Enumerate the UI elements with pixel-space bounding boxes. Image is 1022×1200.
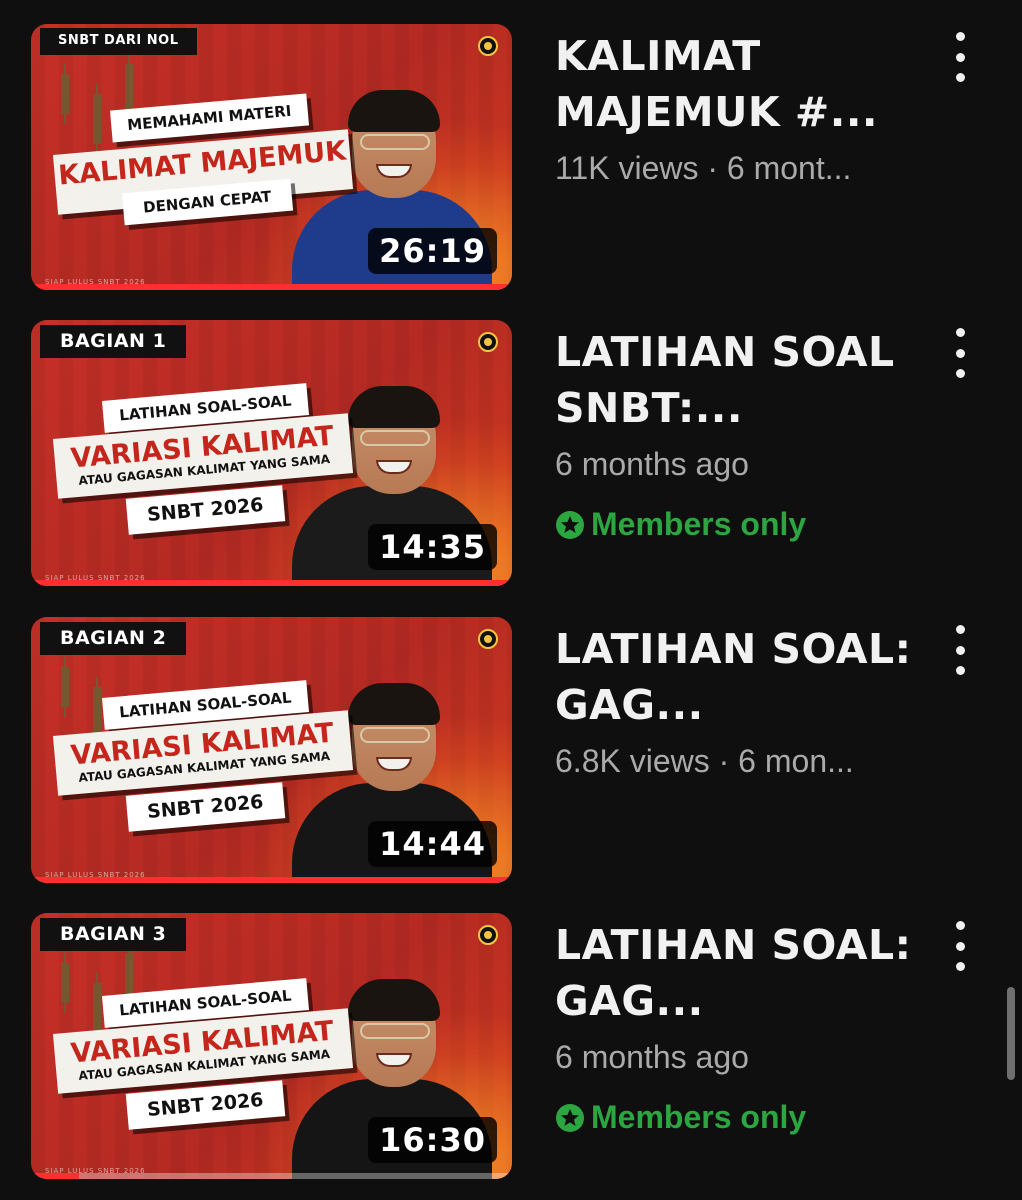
members-only-badge: Members only (555, 1099, 806, 1136)
more-options-button[interactable] (944, 625, 976, 675)
video-thumbnail[interactable]: BAGIAN 1 LATIHAN SOAL-SOAL VARIASI KALIM… (31, 320, 512, 586)
duration-badge: 14:44 (368, 821, 497, 867)
thumbnail-tag: BAGIAN 3 (40, 918, 187, 951)
thumbnail-tag: BAGIAN 2 (40, 622, 187, 655)
video-meta: 6 months ago (555, 1039, 749, 1075)
channel-logo-icon (478, 629, 498, 649)
video-thumbnail[interactable]: SNBT DARI NOL MEMAHAMI MATERI KALIMAT MA… (31, 24, 512, 290)
video-title[interactable]: KALIMAT MAJEMUK #... (555, 28, 925, 140)
video-thumbnail[interactable]: BAGIAN 3 LATIHAN SOAL-SOAL VARIASI KALIM… (31, 913, 512, 1179)
video-meta: 6 months ago (555, 446, 749, 482)
duration-badge: 16:30 (368, 1117, 497, 1163)
video-item[interactable]: BAGIAN 3 LATIHAN SOAL-SOAL VARIASI KALIM… (0, 913, 1022, 1183)
members-only-badge: Members only (555, 506, 806, 543)
scrollbar-thumb[interactable] (1007, 987, 1015, 1080)
video-title[interactable]: LATIHAN SOAL: GAG... (555, 621, 925, 733)
watch-progress-bar (31, 1173, 80, 1179)
more-options-button[interactable] (944, 32, 976, 82)
watch-progress-bar (31, 284, 512, 290)
video-meta: 6.8K views · 6 mon... (555, 743, 854, 779)
video-meta: 11K views · 6 mont... (555, 150, 852, 186)
video-thumbnail[interactable]: BAGIAN 2 LATIHAN SOAL-SOAL VARIASI KALIM… (31, 617, 512, 883)
video-item[interactable]: SNBT DARI NOL MEMAHAMI MATERI KALIMAT MA… (0, 24, 1022, 294)
channel-logo-icon (478, 332, 498, 352)
members-star-icon (556, 510, 584, 539)
video-item[interactable]: BAGIAN 2 LATIHAN SOAL-SOAL VARIASI KALIM… (0, 617, 1022, 887)
channel-logo-icon (478, 36, 498, 56)
thumbnail-tag: BAGIAN 1 (40, 325, 187, 358)
watch-progress-bar (31, 877, 512, 883)
video-item[interactable]: BAGIAN 1 LATIHAN SOAL-SOAL VARIASI KALIM… (0, 320, 1022, 590)
more-options-button[interactable] (944, 921, 976, 971)
video-title[interactable]: LATIHAN SOAL SNBT:... (555, 324, 925, 436)
members-star-icon (556, 1103, 584, 1132)
watch-progress-bar (31, 580, 512, 586)
channel-logo-icon (478, 925, 498, 945)
duration-badge: 26:19 (368, 228, 497, 274)
thumbnail-tag: SNBT DARI NOL (40, 28, 197, 55)
video-title[interactable]: LATIHAN SOAL: GAG... (555, 917, 925, 1029)
more-options-button[interactable] (944, 328, 976, 378)
duration-badge: 14:35 (368, 524, 497, 570)
